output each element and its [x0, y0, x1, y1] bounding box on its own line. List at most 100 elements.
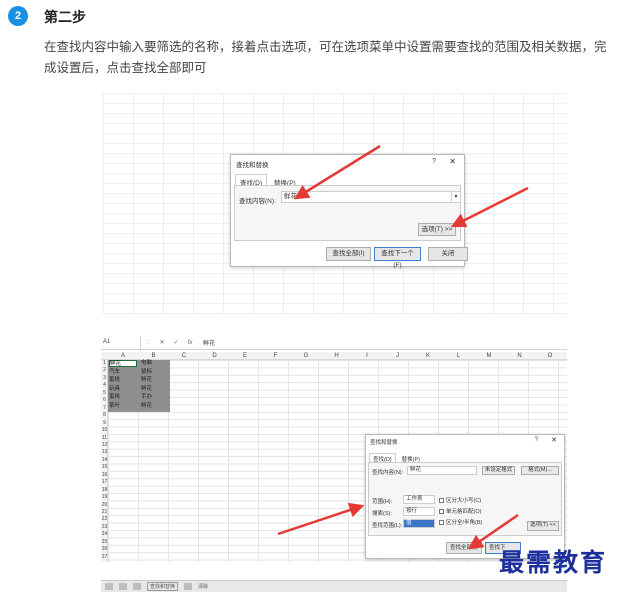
check-icon[interactable]: ✓ — [169, 339, 183, 346]
column-header[interactable]: B — [139, 352, 169, 360]
cell-a[interactable]: 蜜桃 — [109, 377, 137, 384]
cell-a[interactable]: 鲜花 — [109, 360, 137, 368]
match-cell-checkbox[interactable]: 单元格匹配(O) — [439, 507, 481, 515]
column-header[interactable]: C — [169, 352, 199, 360]
row-header[interactable]: 11 — [101, 435, 108, 442]
column-header[interactable]: F — [261, 352, 291, 360]
cell-reference[interactable]: A1 — [101, 336, 141, 349]
app-icon[interactable] — [105, 583, 113, 590]
row-header[interactable]: 24 — [101, 531, 108, 538]
cell-b[interactable]: 手办 — [141, 394, 152, 401]
row-header[interactable]: 22 — [101, 516, 108, 523]
row-header[interactable]: 17 — [101, 479, 108, 486]
row-header[interactable]: 21 — [101, 509, 108, 516]
row-header[interactable]: 18 — [101, 487, 108, 494]
help-icon[interactable]: ? — [432, 158, 436, 165]
find-label: 查找内容(N): — [239, 198, 276, 205]
find-input[interactable]: 鲜花 ▼ — [281, 191, 461, 203]
column-header[interactable]: H — [322, 352, 352, 360]
cell-a[interactable]: 蜜桃 — [109, 394, 137, 401]
dialog-title: 查找和替换 — [370, 440, 398, 446]
row-header[interactable]: 16 — [101, 472, 108, 479]
row-header[interactable]: 13 — [101, 449, 108, 456]
app-icon[interactable] — [119, 583, 127, 590]
close-button[interactable]: 关闭 — [428, 247, 468, 261]
find-all-button[interactable]: 查找全部(I) — [326, 247, 371, 261]
column-header[interactable]: E — [230, 352, 260, 360]
row-header[interactable]: 12 — [101, 442, 108, 449]
row-header[interactable]: 9 — [101, 420, 108, 427]
column-header[interactable]: D — [200, 352, 230, 360]
chevron-down-icon[interactable]: ▼ — [451, 192, 460, 202]
taskbar-find-replace[interactable]: 查找和替换 — [147, 582, 179, 591]
app-icon[interactable] — [133, 583, 141, 590]
colon-icon: : — [147, 339, 149, 346]
cell-b[interactable]: 鲜花 — [141, 377, 152, 384]
search-label: 搜索(S): — [372, 511, 392, 517]
app-icon[interactable] — [184, 583, 193, 590]
search-select[interactable]: 按行 — [403, 507, 435, 516]
no-format-preview: 未设定格式 — [482, 466, 515, 475]
close-icon[interactable]: ✕ — [551, 436, 557, 444]
row-header[interactable]: 14 — [101, 457, 108, 464]
column-header[interactable]: J — [383, 352, 413, 360]
row-header[interactable]: 4 — [101, 382, 108, 389]
cell-a[interactable]: 茶叶 — [109, 403, 137, 410]
function-icon[interactable]: fx — [183, 340, 197, 346]
dialog-title: 查找和替换 — [236, 162, 269, 169]
column-header[interactable]: I — [352, 352, 382, 360]
row-header[interactable]: 8 — [101, 412, 108, 419]
format-button[interactable]: 格式(M)... — [521, 466, 559, 475]
match-case-checkbox[interactable]: 区分大小写(C) — [439, 496, 481, 504]
options-button[interactable]: 选项(T) << — [527, 521, 559, 531]
row-header[interactable]: 5 — [101, 390, 108, 397]
cell-a[interactable]: 玩具 — [109, 386, 137, 393]
step-title: 第二步 — [44, 10, 86, 26]
column-header[interactable]: N — [505, 352, 535, 360]
column-header[interactable]: A — [108, 352, 138, 360]
row-header[interactable]: 3 — [101, 375, 108, 382]
column-header[interactable]: K — [413, 352, 443, 360]
row-header[interactable]: 27 — [101, 554, 108, 561]
checkbox-icon — [439, 519, 444, 525]
checkbox-icon — [439, 497, 444, 503]
find-replace-dialog-expanded: 查找和替换 ? ✕ 查找(D) 替换(P) 查找内容(N): 鲜花 未设定格式 … — [365, 434, 565, 559]
match-byte-checkbox[interactable]: 区分全/半角(B) — [439, 518, 482, 526]
column-header[interactable]: G — [291, 352, 321, 360]
row-header[interactable]: 23 — [101, 524, 108, 531]
row-header[interactable]: 20 — [101, 502, 108, 509]
column-header[interactable]: O — [535, 352, 565, 360]
row-header[interactable]: 7 — [101, 405, 108, 412]
options-button[interactable]: 选项(T) >> — [418, 223, 456, 236]
help-icon[interactable]: ? — [535, 437, 538, 443]
selected-range[interactable]: 鲜花 汽车 蜜桃 玩具 蜜桃 茶叶 电脑 鼠标 鲜花 鲜花 手办 鲜花 — [108, 360, 170, 412]
match-cell-label: 单元格匹配(O) — [446, 509, 482, 515]
find-all-button[interactable]: 查找全部(I) — [446, 542, 482, 554]
find-next-button[interactable]: 查找下一个(F) — [374, 247, 421, 269]
row-header[interactable]: 2 — [101, 367, 108, 374]
find-input-value: 鲜花 — [284, 193, 297, 200]
cell-b[interactable]: 鲜花 — [141, 403, 152, 410]
row-header[interactable]: 1 — [101, 360, 108, 367]
lookin-select[interactable]: 值 — [403, 519, 435, 528]
within-select[interactable]: 工作表 — [403, 495, 435, 504]
watermark-logo: 最需教育 — [499, 548, 608, 577]
row-header[interactable]: 6 — [101, 397, 108, 404]
row-header[interactable]: 19 — [101, 494, 108, 501]
step-description: 在查找内容中输入要筛选的名称，接着点击选项，可在选项菜单中设置需要查找的范围及相… — [44, 39, 607, 75]
close-icon[interactable]: ✕ — [449, 157, 456, 166]
row-header[interactable]: 15 — [101, 464, 108, 471]
cell-b[interactable]: 电脑 — [141, 360, 152, 367]
cell-b[interactable]: 鼠标 — [141, 369, 152, 376]
row-header[interactable]: 26 — [101, 546, 108, 553]
taskbar-clear[interactable]: 清除 — [198, 583, 208, 590]
find-input[interactable]: 鲜花 — [407, 466, 477, 475]
formula-value[interactable]: 鲜花 — [197, 338, 215, 347]
cell-a[interactable]: 汽车 — [109, 369, 137, 376]
cell-b[interactable]: 鲜花 — [141, 386, 152, 393]
column-header[interactable]: M — [474, 352, 504, 360]
cancel-icon[interactable]: ✕ — [155, 339, 169, 346]
row-header[interactable]: 10 — [101, 427, 108, 434]
row-header[interactable]: 25 — [101, 539, 108, 546]
column-header[interactable]: L — [444, 352, 474, 360]
